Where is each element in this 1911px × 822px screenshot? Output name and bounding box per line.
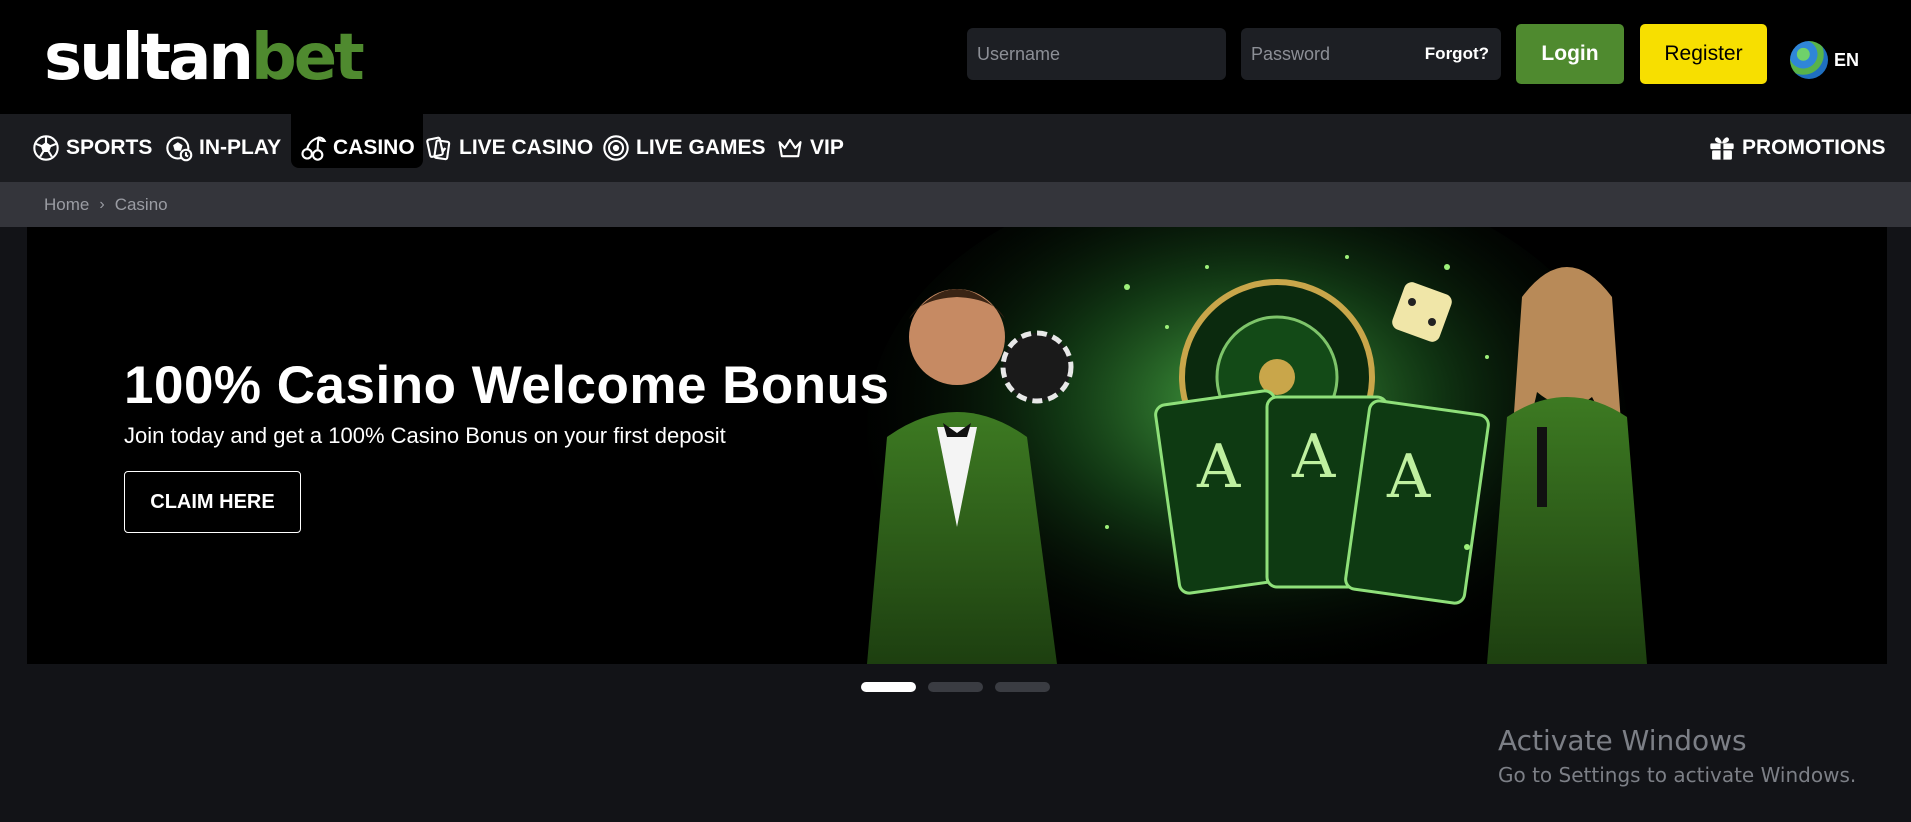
- nav-label-sports: SPORTS: [66, 136, 153, 159]
- claim-here-button[interactable]: CLAIM HERE: [124, 471, 301, 533]
- site-header: sultanbet Forgot? Login Register EN: [0, 0, 1911, 114]
- watermark-title: Activate Windows: [1498, 724, 1747, 757]
- nav-label-vip: VIP: [810, 136, 844, 159]
- nav-item-live-games[interactable]: LIVE GAMES: [594, 121, 774, 175]
- sultanbet-logo[interactable]: sultanbet: [44, 26, 365, 90]
- wheel-icon: [603, 135, 629, 161]
- nav-item-promotions[interactable]: PROMOTIONS: [1700, 121, 1894, 175]
- svg-text:A: A: [1386, 442, 1431, 512]
- nav-item-vip[interactable]: VIP: [768, 121, 852, 175]
- nav-label-casino: CASINO: [333, 136, 415, 159]
- logo-text-bet: bet: [250, 21, 365, 95]
- cherry-icon: [301, 136, 327, 161]
- register-button[interactable]: Register: [1640, 24, 1767, 84]
- language-selector[interactable]: EN: [1790, 40, 1859, 80]
- carousel-dot-2[interactable]: [928, 682, 983, 692]
- casino-promo-banner[interactable]: A A A 100% Casino Welcome Bonus Join tod…: [27, 227, 1887, 664]
- nav-label-live-casino: LIVE CASINO: [459, 136, 594, 159]
- breadcrumb-current: Casino: [114, 194, 168, 214]
- nav-item-live-casino[interactable]: LIVE CASINO: [417, 121, 601, 175]
- main-nav: SPORTS IN-PLAY CASINO LIVE CASINO LIVE G…: [0, 114, 1911, 182]
- nav-label-live-games: LIVE GAMES: [636, 136, 766, 159]
- nav-item-in-play[interactable]: IN-PLAY: [157, 121, 289, 175]
- breadcrumb-home[interactable]: Home: [44, 195, 89, 215]
- chevron-right-icon: ›: [99, 195, 105, 213]
- live-ball-icon: [166, 136, 193, 162]
- forgot-password-link[interactable]: Forgot?: [1425, 44, 1489, 64]
- crown-icon: [778, 138, 802, 158]
- svg-text:A: A: [1196, 432, 1241, 502]
- banner-subtitle: Join today and get a 100% Casino Bonus o…: [124, 423, 726, 448]
- gift-icon: [1710, 137, 1734, 160]
- watermark-subtitle: Go to Settings to activate Windows.: [1498, 763, 1857, 787]
- soccer-ball-icon: [33, 135, 59, 161]
- windows-activation-watermark: Activate Windows Go to Settings to activ…: [1498, 724, 1856, 787]
- nav-item-sports[interactable]: SPORTS: [24, 121, 160, 175]
- nav-label-promotions: PROMOTIONS: [1742, 136, 1886, 159]
- banner-illustration: A A A: [747, 227, 1757, 664]
- language-label: EN: [1834, 49, 1860, 70]
- banner-title: 100% Casino Welcome Bonus: [124, 356, 890, 415]
- nav-item-casino[interactable]: CASINO: [291, 114, 423, 168]
- breadcrumb: Home › Casino: [0, 182, 1911, 227]
- carousel-dot-3[interactable]: [995, 682, 1050, 692]
- password-field-wrapper: Forgot?: [1241, 28, 1501, 80]
- nav-label-in-play: IN-PLAY: [199, 136, 282, 159]
- carousel-dot-1[interactable]: [861, 682, 916, 692]
- logo-text-sultan: sultan: [44, 21, 254, 95]
- svg-text:A: A: [1291, 422, 1336, 492]
- username-input[interactable]: [967, 28, 1226, 80]
- cards-icon: [426, 136, 451, 161]
- globe-icon: [1790, 41, 1828, 79]
- carousel-indicators: [861, 682, 1050, 692]
- login-button[interactable]: Login: [1516, 24, 1624, 84]
